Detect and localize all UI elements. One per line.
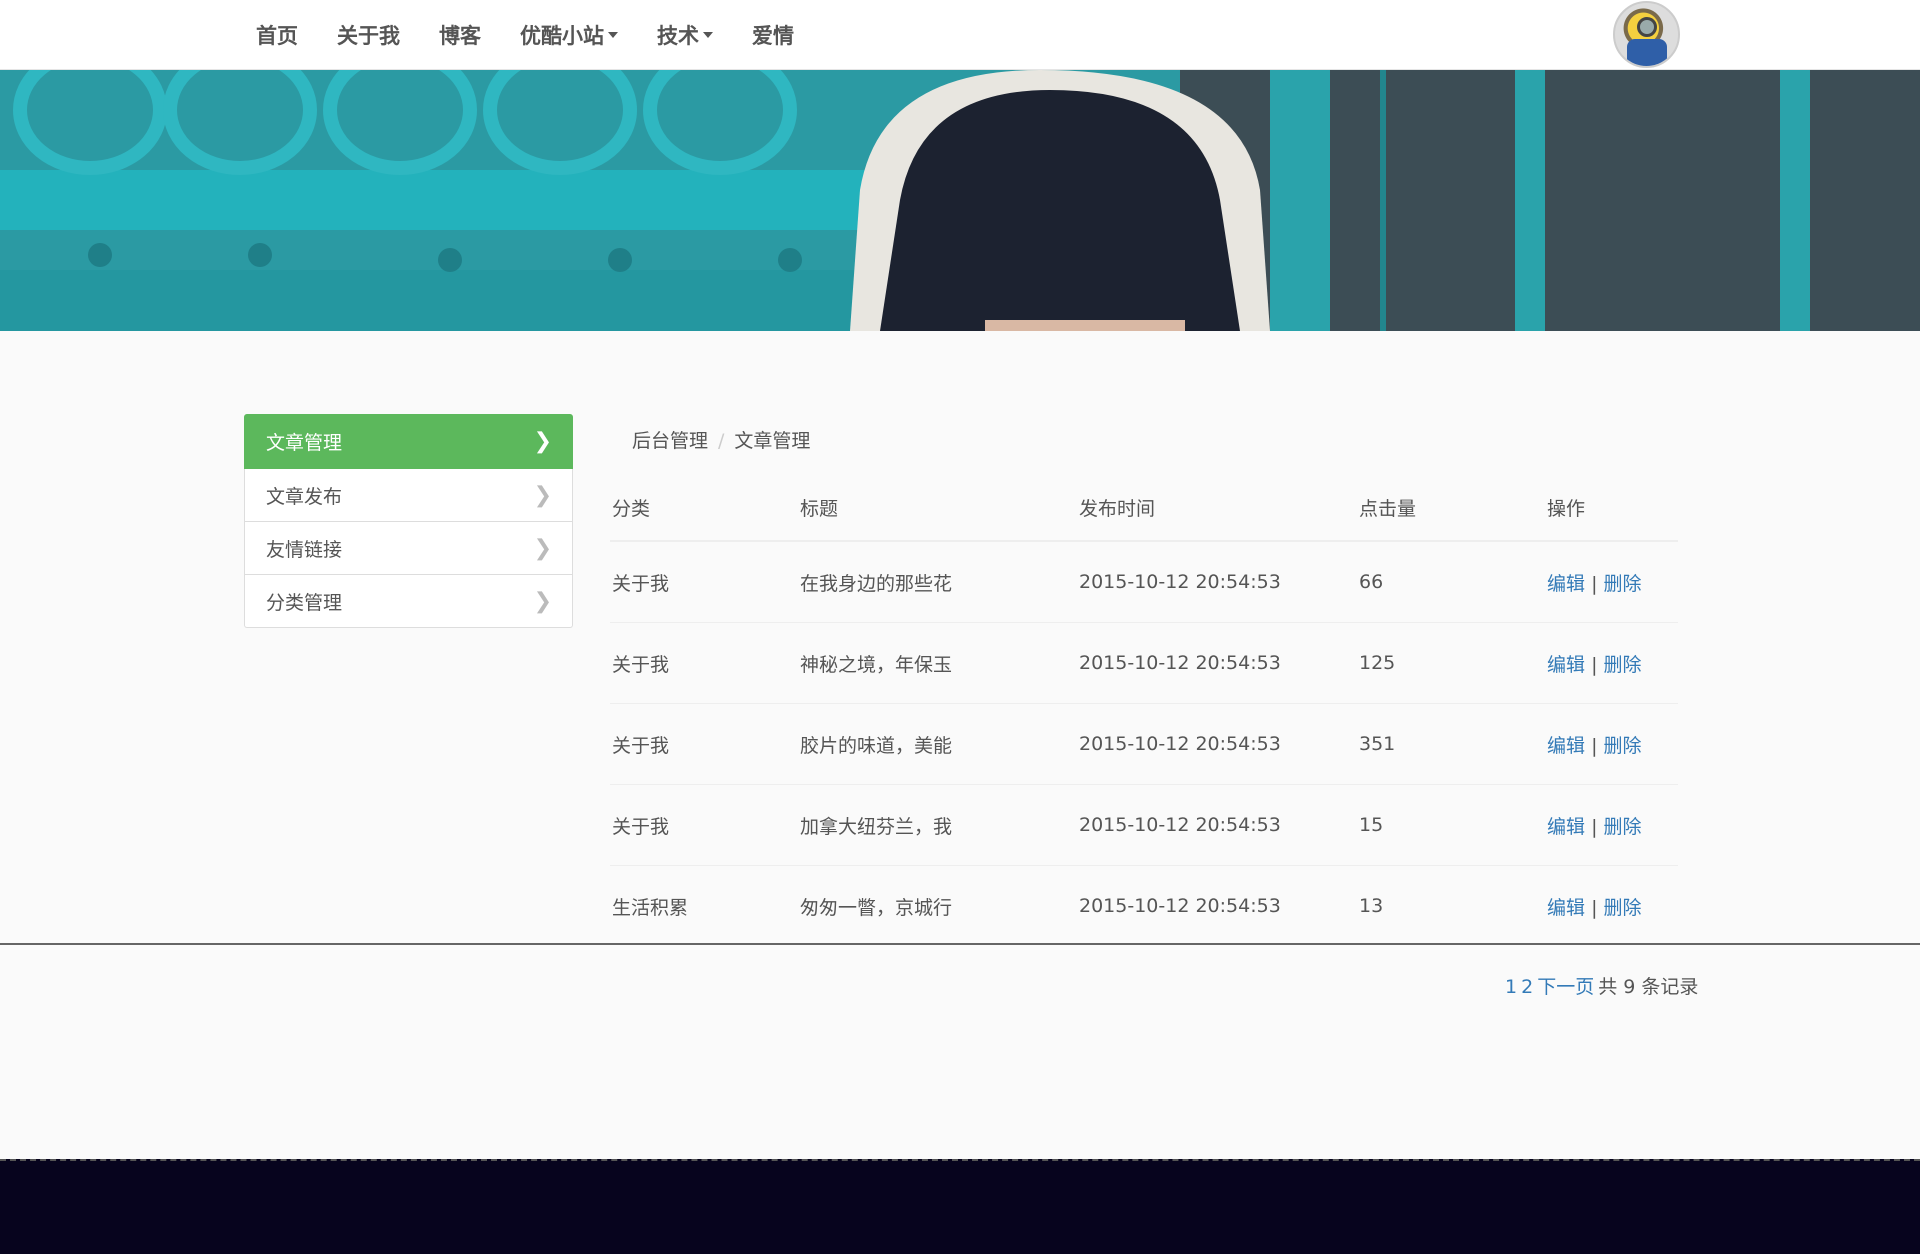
nav-label: 首页 [256, 23, 298, 48]
cell-category: 生活积累 [612, 896, 689, 919]
sidebar-item-label: 文章管理 [266, 431, 343, 454]
cell-hits: 13 [1359, 895, 1384, 917]
cell-hits: 66 [1357, 541, 1545, 623]
cell-category: 关于我 [610, 622, 798, 704]
delete-link[interactable]: 删除 [1604, 654, 1642, 676]
content-divider [0, 943, 1920, 945]
pagination-summary-suffix: 条记录 [1641, 976, 1699, 998]
top-navbar: 首页 关于我 博客 优酷小站 技术 爱情 [0, 0, 1920, 70]
edit-link[interactable]: 编辑 [1547, 573, 1585, 595]
cell-hits: 125 [1357, 622, 1545, 704]
nav-item-love[interactable]: 爱情 [752, 20, 794, 50]
nav-label: 关于我 [337, 23, 400, 48]
cell-title: 胶片的味道，美能 [798, 703, 1077, 785]
cell-category: 关于我 [610, 784, 798, 866]
sidebar-item-articles[interactable]: 文章管理 ❯ [244, 414, 573, 469]
nav-label: 优酷小站 [520, 23, 604, 48]
column-header-time: 发布时间 [1077, 474, 1357, 542]
chevron-right-icon: ❯ [533, 535, 552, 561]
cell-title: 在我身边的那些花 [798, 541, 1077, 623]
nav-item-home[interactable]: 首页 [256, 20, 298, 50]
banner-illustration [0, 70, 1920, 331]
page-link-2[interactable]: 2 [1521, 976, 1533, 998]
avatar-body-shape [1627, 39, 1667, 66]
admin-sidebar: 文章管理 ❯ 文章发布 ❯ 友情链接 ❯ 分类管理 ❯ [244, 414, 573, 628]
caret-down-icon [608, 31, 618, 38]
sidebar-item-categories[interactable]: 分类管理 ❯ [244, 575, 573, 628]
cell-time: 2015-10-12 20:54:53 [1077, 784, 1357, 866]
cell-actions: 编辑 | 删除 [1545, 541, 1678, 623]
nav-label: 爱情 [752, 23, 794, 48]
cell-time: 2015-10-12 20:54:53 [1077, 703, 1357, 785]
caret-down-icon [703, 31, 713, 38]
table-row: 关于我 在我身边的那些花 2015-10-12 20:54:53 66 编辑 |… [610, 541, 1678, 623]
cell-actions: 编辑 | 删除 [1545, 784, 1678, 866]
page-link-1[interactable]: 1 [1505, 976, 1517, 998]
page-footer [0, 1159, 1920, 1254]
pagination-total: 9 [1623, 976, 1636, 998]
cell-time: 2015-10-12 20:54:53 [1077, 541, 1357, 623]
nav-list: 首页 关于我 博客 优酷小站 技术 爱情 [256, 0, 833, 69]
cell-actions: 编辑 | 删除 [1545, 622, 1678, 704]
breadcrumb-current: 文章管理 [734, 430, 811, 452]
cell-time: 2015-10-12 20:54:53 [1079, 895, 1281, 917]
avatar-goggle-shape [1637, 17, 1657, 37]
action-separator: | [1591, 815, 1598, 838]
nav-item-youku[interactable]: 优酷小站 [520, 20, 618, 50]
breadcrumb-separator: / [718, 430, 725, 452]
chevron-right-icon: ❯ [533, 588, 552, 614]
breadcrumb-parent[interactable]: 后台管理 [632, 430, 708, 452]
chevron-right-icon: ❯ [533, 428, 552, 454]
chevron-right-icon: ❯ [533, 482, 552, 508]
column-header-hits: 点击量 [1357, 474, 1545, 542]
breadcrumb: 后台管理 / 文章管理 [632, 426, 810, 453]
nav-item-about[interactable]: 关于我 [337, 20, 400, 50]
sidebar-item-label: 分类管理 [266, 591, 343, 614]
edit-link[interactable]: 编辑 [1547, 816, 1585, 838]
action-separator: | [1591, 572, 1598, 595]
cell-hits: 15 [1357, 784, 1545, 866]
cell-category: 关于我 [610, 703, 798, 785]
sidebar-item-links[interactable]: 友情链接 ❯ [244, 522, 573, 575]
nav-label: 博客 [439, 23, 481, 48]
table-header-row: 分类 标题 发布时间 点击量 操作 [610, 474, 1678, 542]
nav-item-blog[interactable]: 博客 [439, 20, 481, 50]
column-header-category: 分类 [610, 474, 798, 542]
column-header-title: 标题 [798, 474, 1077, 542]
edit-link[interactable]: 编辑 [1547, 735, 1585, 757]
avatar[interactable] [1613, 1, 1680, 68]
action-separator: | [1591, 734, 1598, 757]
articles-table: 分类 标题 发布时间 点击量 操作 关于我 在我身边的那些花 2015-10-1… [610, 474, 1678, 946]
sidebar-item-label: 友情链接 [266, 538, 343, 561]
nav-item-tech[interactable]: 技术 [657, 20, 713, 50]
cell-title: 加拿大纽芬兰，我 [798, 784, 1077, 866]
action-separator: | [1591, 896, 1598, 919]
delete-link[interactable]: 删除 [1604, 897, 1642, 919]
edit-link[interactable]: 编辑 [1547, 897, 1585, 919]
pagination-summary-prefix: 共 [1598, 976, 1618, 998]
next-page-link[interactable]: 下一页 [1537, 976, 1594, 998]
pagination: 1 2 下一页共 9 条记录 [1505, 972, 1698, 999]
column-header-actions: 操作 [1545, 474, 1678, 542]
table-row: 关于我 加拿大纽芬兰，我 2015-10-12 20:54:53 15 编辑 |… [610, 784, 1678, 866]
table-row: 关于我 胶片的味道，美能 2015-10-12 20:54:53 351 编辑 … [610, 703, 1678, 785]
header-banner-image [0, 70, 1920, 331]
cell-actions: 编辑 | 删除 [1545, 866, 1678, 947]
delete-link[interactable]: 删除 [1604, 816, 1642, 838]
nav-label: 技术 [657, 23, 699, 48]
delete-link[interactable]: 删除 [1604, 735, 1642, 757]
cell-hits: 351 [1357, 703, 1545, 785]
sidebar-item-publish[interactable]: 文章发布 ❯ [244, 469, 573, 522]
cell-title: 神秘之境，年保玉 [798, 622, 1077, 704]
table-row: 关于我 神秘之境，年保玉 2015-10-12 20:54:53 125 编辑 … [610, 622, 1678, 704]
action-separator: | [1591, 653, 1598, 676]
table-row: 生活积累 匆匆一瞥，京城行 2015-10-12 20:54:53 13 编辑 … [610, 866, 1678, 947]
edit-link[interactable]: 编辑 [1547, 654, 1585, 676]
cell-actions: 编辑 | 删除 [1545, 703, 1678, 785]
cell-time: 2015-10-12 20:54:53 [1077, 622, 1357, 704]
sidebar-item-label: 文章发布 [266, 485, 343, 508]
cell-category: 关于我 [610, 541, 798, 623]
cell-title: 匆匆一瞥，京城行 [800, 896, 953, 919]
delete-link[interactable]: 删除 [1604, 573, 1642, 595]
